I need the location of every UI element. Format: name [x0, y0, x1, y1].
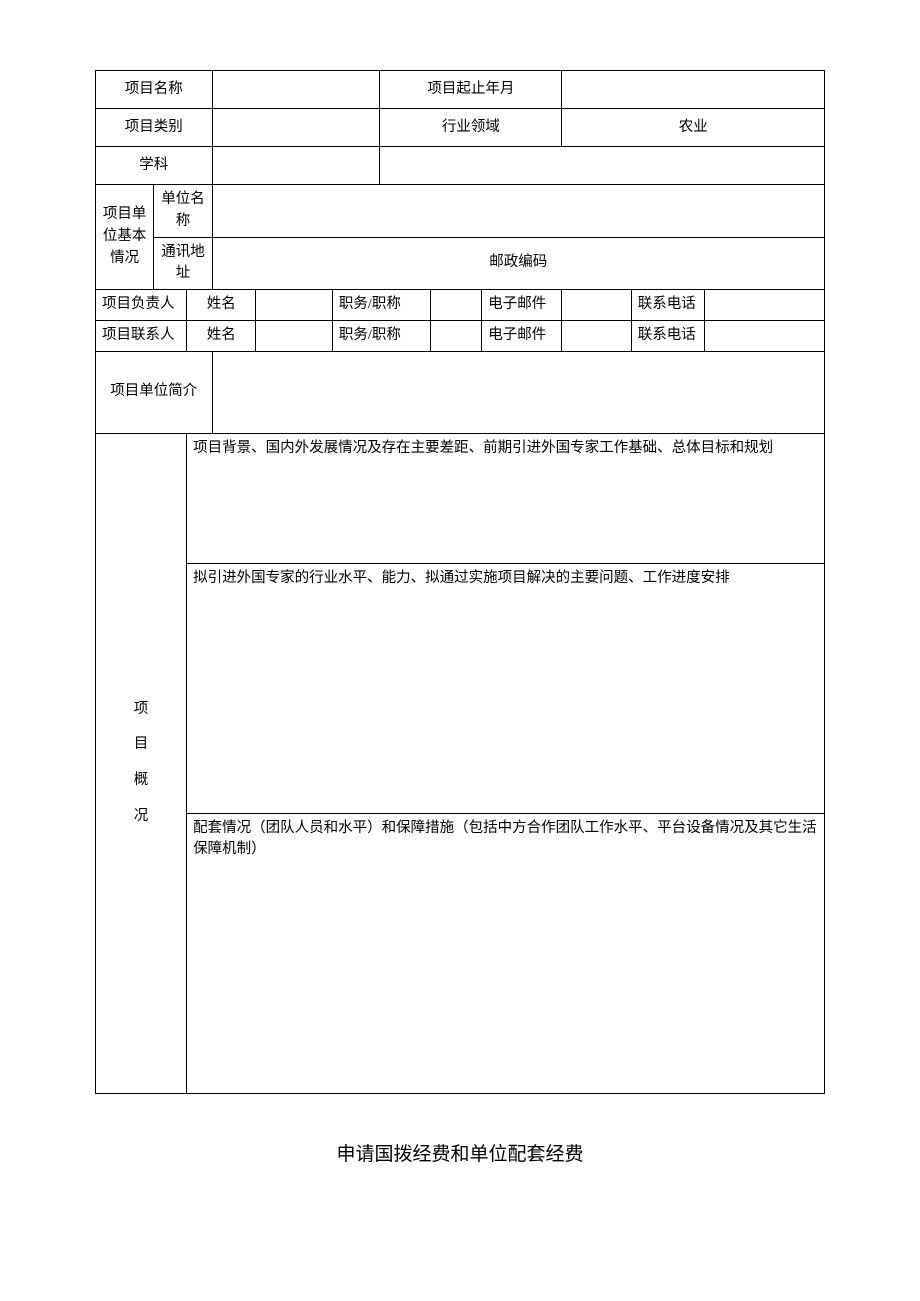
field-discipline[interactable]	[212, 147, 380, 185]
field-contact-name[interactable]	[256, 320, 333, 351]
label-leader-position: 职务/职称	[332, 290, 430, 321]
field-project-period[interactable]	[562, 71, 825, 109]
field-contact-email[interactable]	[562, 320, 631, 351]
label-unit-basic: 项目单位基本情况	[96, 185, 154, 290]
field-industry-field[interactable]: 农业	[562, 109, 825, 147]
label-leader-phone: 联系电话	[631, 290, 704, 321]
label-contact-phone: 联系电话	[631, 320, 704, 351]
label-unit-intro: 项目单位简介	[96, 351, 213, 433]
field-leader-position[interactable]	[431, 290, 482, 321]
label-project-overview: 项 目 概 况	[96, 433, 187, 1093]
field-leader-phone[interactable]	[704, 290, 824, 321]
label-address: 通讯地址	[154, 237, 212, 290]
overview-char-2: 目	[102, 734, 180, 756]
label-unit-name: 单位名称	[154, 185, 212, 238]
label-contact-email: 电子邮件	[482, 320, 562, 351]
field-leader-name[interactable]	[256, 290, 333, 321]
label-project-period: 项目起止年月	[380, 71, 562, 109]
field-overview-section2[interactable]: 拟引进外国专家的行业水平、能力、拟通过实施项目解决的主要问题、工作进度安排	[187, 563, 825, 813]
label-discipline: 学科	[96, 147, 213, 185]
field-address-postal[interactable]: 邮政编码	[212, 237, 824, 290]
label-leader-name: 姓名	[187, 290, 256, 321]
overview-char-1: 项	[102, 699, 180, 721]
field-overview-section1[interactable]: 项目背景、国内外发展情况及存在主要差距、前期引进外国专家工作基础、总体目标和规划	[187, 433, 825, 563]
footer-title: 申请国拨经费和单位配套经费	[95, 1139, 825, 1166]
label-contact-name: 姓名	[187, 320, 256, 351]
field-contact-phone[interactable]	[704, 320, 824, 351]
field-project-name[interactable]	[212, 71, 380, 109]
field-leader-email[interactable]	[562, 290, 631, 321]
field-discipline-extra[interactable]	[380, 147, 825, 185]
label-industry-field: 行业领域	[380, 109, 562, 147]
field-unit-name[interactable]	[212, 185, 824, 238]
label-contact: 项目联系人	[96, 320, 187, 351]
overview-char-3: 概	[102, 770, 180, 792]
field-contact-position[interactable]	[431, 320, 482, 351]
label-leader: 项目负责人	[96, 290, 187, 321]
label-project-name: 项目名称	[96, 71, 213, 109]
label-leader-email: 电子邮件	[482, 290, 562, 321]
field-project-category[interactable]	[212, 109, 380, 147]
label-project-category: 项目类别	[96, 109, 213, 147]
label-contact-position: 职务/职称	[332, 320, 430, 351]
project-form-table: 项目名称 项目起止年月 项目类别 行业领域 农业 学科 项目单位基本情况 单位名…	[95, 70, 825, 1094]
overview-char-4: 况	[102, 806, 180, 828]
field-unit-intro[interactable]	[212, 351, 824, 433]
field-overview-section3[interactable]: 配套情况（团队人员和水平）和保障措施（包括中方合作团队工作水平、平台设备情况及其…	[187, 813, 825, 1093]
